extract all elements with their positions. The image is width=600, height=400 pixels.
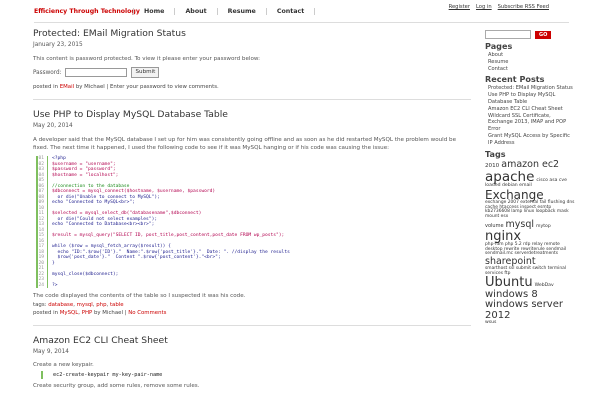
code-bar [41, 371, 43, 379]
tag-cloud-link[interactable]: php-fdm php 5.2 rdp relay remote desktop… [485, 242, 575, 257]
post-date: January 23, 2015 [33, 42, 83, 48]
category-link-mysql[interactable]: MySQL [60, 310, 79, 316]
sidebar-page-contact[interactable]: Contact [485, 66, 575, 73]
post-tags: tags: database, mysql, php, table [33, 302, 124, 308]
tag-cloud-link[interactable]: apache [485, 169, 534, 183]
nav-resume[interactable]: Resume [216, 8, 266, 15]
post-title[interactable]: Protected: EMail Migration Status [33, 28, 471, 40]
code-text: echo "Connected to MySQL<br>"; [52, 200, 135, 205]
cli-command-block: ec2-create-keypair my-key-pair-name [41, 371, 471, 379]
tag-link[interactable]: database [48, 302, 73, 308]
main-nav: Home About Resume Contact [133, 8, 316, 15]
code-text: ?> [52, 282, 58, 288]
sidebar: GO Pages About Resume Contact Recent Pos… [485, 30, 575, 326]
post-title[interactable]: Use PHP to Display MySQL Database Table [33, 109, 471, 121]
cli-command: ec2-create-keypair my-key-pair-name [53, 372, 163, 378]
code-text: $result = mysql_query("SELECT ID, post_t… [52, 233, 285, 238]
tag-cloud-link[interactable]: cisco asa cve [536, 178, 567, 184]
search-form: GO [485, 30, 575, 39]
post-body-line: Create a new keypair. [33, 362, 94, 368]
tag-link[interactable]: php [96, 302, 106, 308]
nav-about[interactable]: About [174, 8, 216, 15]
category-link-php[interactable]: PHP [82, 310, 93, 316]
password-form: Password: Submit [33, 67, 471, 78]
code-text: echo "Connected to Database<br><br>"; [52, 222, 155, 227]
code-line: 24 ?> [38, 282, 468, 288]
post-divider [33, 325, 471, 326]
tags-heading: Tags [485, 148, 506, 159]
post-date: May 20, 2014 [33, 123, 73, 129]
recent-post-link[interactable]: Wildcard SSL Certificate, Exchange 2013,… [485, 113, 575, 133]
tags-label: tags: [33, 302, 47, 308]
tag-cloud: 2010 amazon ec2 apache cisco asa cve loaded … [485, 159, 575, 327]
sidebar-page-resume[interactable]: Resume [485, 59, 575, 66]
tag-link[interactable]: mysql [77, 302, 93, 308]
password-label: Password: [33, 69, 62, 76]
post-body: A developer said that the MySQL database… [33, 137, 457, 151]
posted-in-label: posted in [33, 84, 59, 90]
utility-links: Register Log in Subscribe RSS Feed [449, 4, 549, 10]
post-divider [33, 99, 471, 100]
nav-contact[interactable]: Contact [265, 8, 316, 15]
code-text: mysql_close($dbconnect); [52, 271, 119, 277]
recent-post-link[interactable]: Use PHP to Display MySQL Database Table [485, 92, 575, 106]
post-meta: posted in MySQL, PHP by Michael | No Com… [33, 310, 167, 316]
code-text: $row{'post_date'}." Content ".$row{'post… [52, 255, 221, 260]
top-navigation: Efficiency Through Technology Home About… [0, 0, 600, 23]
site-title-link[interactable]: Efficiency Through Technology [34, 8, 140, 15]
sidebar-page-about[interactable]: About [485, 52, 575, 59]
tag-cloud-link[interactable]: mytop [536, 224, 551, 230]
comments-link[interactable]: No Comments [128, 310, 166, 316]
post-meta: posted in EMail by Michael | Enter your … [33, 83, 471, 91]
pages-heading: Pages [485, 41, 513, 51]
post-byline: by Michael | Enter your password to view… [75, 84, 219, 90]
post-ec2-cheatsheet: Amazon EC2 CLI Cheat Sheet May 9, 2014 C… [33, 335, 471, 390]
post-body-line: Create security group, add some rules, r… [33, 383, 200, 389]
header-divider [34, 22, 569, 23]
register-link[interactable]: Register [449, 4, 470, 10]
tag-link[interactable]: table [110, 302, 124, 308]
line-number: 24 [38, 282, 48, 288]
recent-posts-heading: Recent Posts [485, 74, 545, 85]
category-link-email[interactable]: EMail [60, 84, 74, 90]
recent-post-link[interactable]: Amazon EC2 CLI Cheat Sheet [485, 106, 575, 113]
search-go-button[interactable]: GO [535, 30, 552, 39]
nav-home[interactable]: Home [133, 8, 174, 15]
login-link[interactable]: Log in [476, 4, 492, 10]
tag-cloud-link[interactable]: exchange 2007 external fail flushing dns… [485, 200, 575, 220]
password-input[interactable] [65, 68, 128, 77]
tag-cloud-link[interactable]: wsus [485, 321, 496, 326]
post-after-code: The code displayed the contents of the t… [33, 293, 246, 299]
search-input[interactable] [485, 30, 531, 39]
recent-post-link[interactable]: Protected: EMail Migration Status [485, 85, 575, 92]
post-date: May 9, 2014 [33, 349, 69, 355]
submit-button[interactable]: Submit [131, 67, 160, 78]
code-text: $hostname = "localhost"; [52, 172, 119, 178]
recent-post-link[interactable]: Grant MySQL Access by Specific IP Addres… [485, 133, 575, 147]
code-block: 01 <?php 02 $username = "username"; 03 $passw… [36, 156, 468, 288]
main-content: Protected: EMail Migration Status Januar… [33, 28, 471, 390]
tag-cloud-link[interactable]: windows server 2012 [485, 300, 575, 321]
post-title[interactable]: Amazon EC2 CLI Cheat Sheet [33, 335, 471, 347]
post-body: This content is password protected. To v… [33, 56, 261, 62]
post-byline: by Michael | [93, 310, 127, 316]
posted-in-label: posted in [33, 310, 59, 316]
rss-feed-link[interactable]: Subscribe RSS Feed [498, 4, 549, 10]
post-php-mysql: Use PHP to Display MySQL Database Table … [33, 109, 471, 317]
post-email-migration: Protected: EMail Migration Status Januar… [33, 28, 471, 91]
tag-cloud-link[interactable]: Ubuntu [485, 276, 533, 290]
code-text: } [52, 260, 55, 266]
